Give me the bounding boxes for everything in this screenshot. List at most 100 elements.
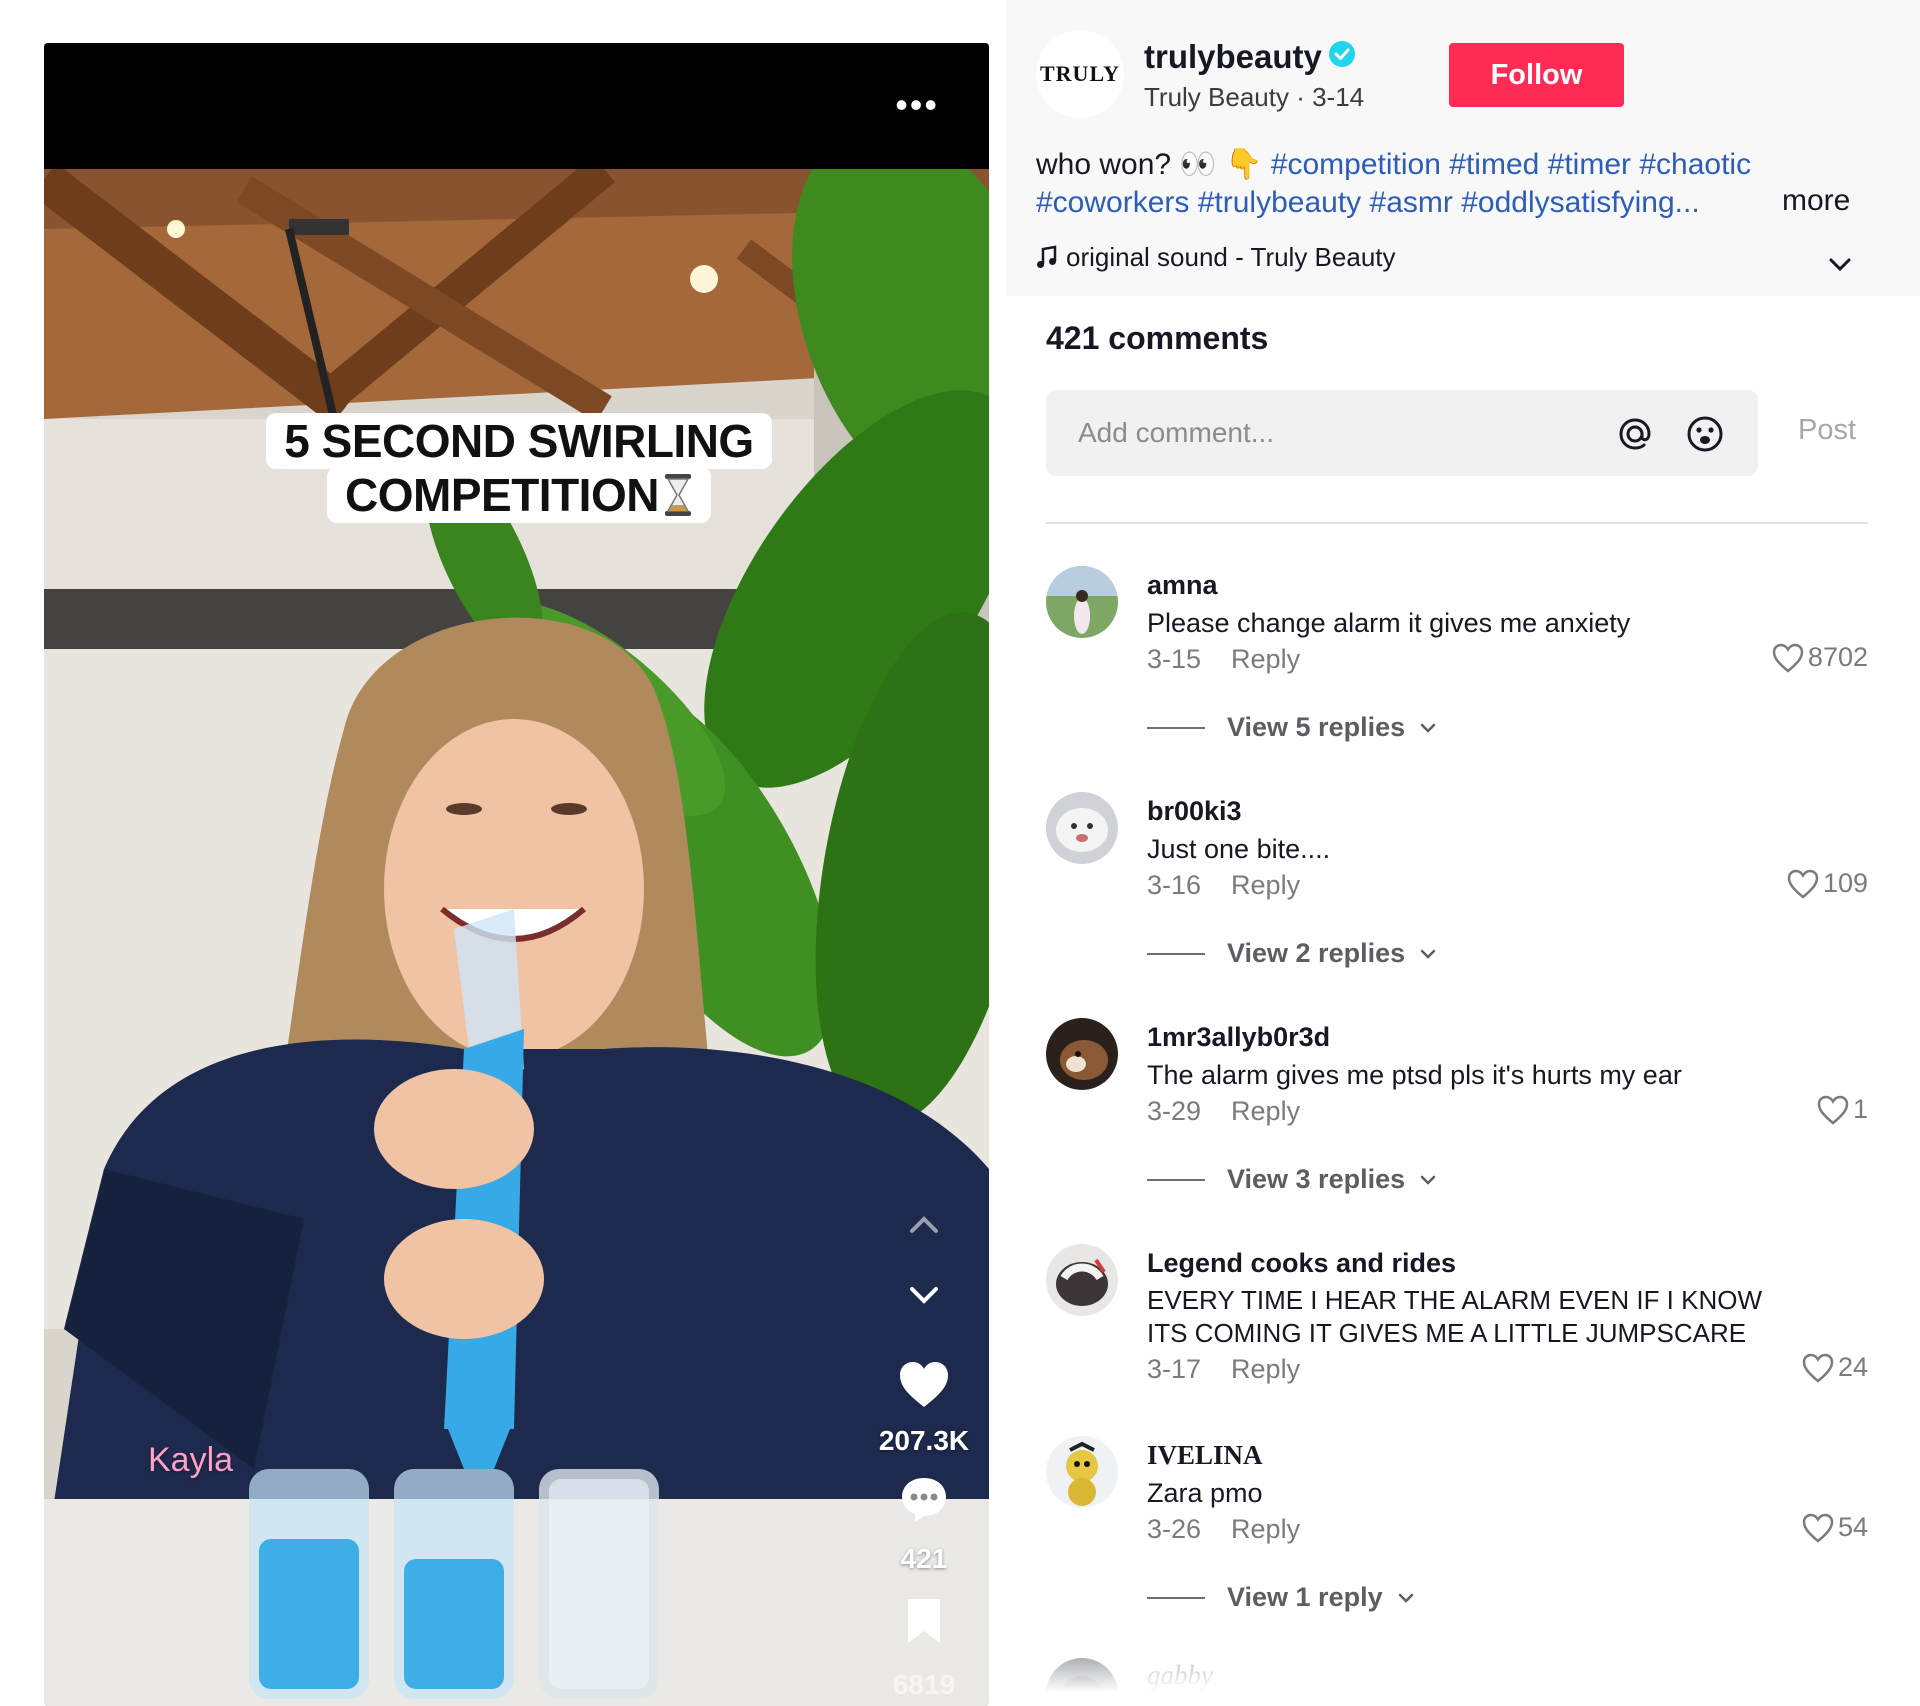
comment-text: Just one bite.... <box>1147 834 1331 864</box>
more-options-icon[interactable]: ••• <box>895 87 939 123</box>
comment-username[interactable]: IVELINA <box>1147 1440 1263 1471</box>
post-date: 3-14 <box>1312 82 1365 112</box>
next-video-button[interactable] <box>874 1283 974 1312</box>
comment-text: Zara pmo <box>1147 1478 1263 1508</box>
comment-like-count: 1 <box>1852 1094 1868 1124</box>
caption-line-1: 5 SECOND SWIRLING <box>266 413 772 469</box>
chevron-down-icon[interactable] <box>1826 250 1854 278</box>
comment-like-button[interactable]: 109 <box>1787 868 1868 899</box>
comment-text: Please change alarm it gives me anxiety <box>1147 608 1631 638</box>
comment-username[interactable]: amna <box>1147 570 1218 601</box>
hashtag-link[interactable]: #coworkers <box>1036 186 1189 219</box>
hashtag-link[interactable]: #oddlysatisfying... <box>1461 186 1699 219</box>
comment-meta: 3-29 Reply <box>1147 1096 1300 1127</box>
view-replies-button[interactable]: View 3 replies <box>1147 1164 1439 1195</box>
bottom-fade <box>1006 1636 1920 1706</box>
chevron-down-icon <box>910 1287 938 1304</box>
comment-like-count: 8702 <box>1807 642 1868 672</box>
comment-like-button[interactable]: 24 <box>1802 1352 1868 1383</box>
sound-row[interactable]: original sound - Truly Beauty <box>1036 242 1396 273</box>
comment-button[interactable] <box>874 1475 974 1530</box>
chevron-down-icon <box>1420 723 1436 733</box>
view-replies-button[interactable]: View 5 replies <box>1147 712 1439 743</box>
comment-username[interactable]: br00ki3 <box>1147 796 1242 827</box>
comment-count: 421 <box>900 1543 948 1574</box>
view-replies-label[interactable]: View 2 replies <box>1227 938 1405 969</box>
app-root: ••• 5 SECOND SWIRLING COMPETITION Kayla … <box>0 0 1920 1706</box>
comment-avatar[interactable] <box>1046 1018 1118 1090</box>
verified-icon <box>1328 41 1355 67</box>
caption-line-2: COMPETITION <box>327 467 711 523</box>
chevron-down-icon <box>1420 1175 1436 1185</box>
hashtag-link[interactable]: #chaotic <box>1639 148 1751 181</box>
comment-avatar[interactable] <box>1046 1244 1118 1316</box>
reply-button[interactable]: Reply <box>1231 644 1300 674</box>
view-replies-button[interactable]: View 2 replies <box>1147 938 1439 969</box>
chevron-down-icon <box>1398 1593 1413 1603</box>
comment-meta: 3-26 Reply <box>1147 1514 1300 1545</box>
save-count: 6819 <box>892 1669 956 1700</box>
sound-name[interactable]: original sound - Truly Beauty <box>1066 242 1396 272</box>
reply-button[interactable]: Reply <box>1231 870 1300 900</box>
reply-button[interactable]: Reply <box>1231 1354 1300 1384</box>
follow-button[interactable]: Follow <box>1449 43 1624 107</box>
heart-outline-icon <box>1772 643 1804 673</box>
comment-like-count: 24 <box>1837 1352 1868 1382</box>
comment-item: IVELINA Zara pmo 3-26 Reply 54 View 1 rep… <box>1046 1436 1868 1626</box>
author-username-row[interactable]: trulybeauty <box>1144 38 1356 76</box>
divider <box>1046 522 1868 524</box>
comment-avatar[interactable] <box>1046 792 1118 864</box>
hashtag-link[interactable]: #competition <box>1271 148 1441 181</box>
chevron-down-icon <box>1420 949 1436 959</box>
chevron-up-icon <box>910 1216 938 1233</box>
comment-avatar[interactable] <box>1046 566 1118 638</box>
comment-text: EVERY TIME I HEAR THE ALARM EVEN IF I KN… <box>1147 1285 1762 1348</box>
comment-like-button[interactable]: 54 <box>1802 1512 1868 1543</box>
view-replies-button[interactable]: View 1 reply <box>1147 1582 1417 1613</box>
comment-username[interactable]: Legend cooks and rides <box>1147 1248 1456 1279</box>
at-mention-icon[interactable] <box>1616 415 1654 453</box>
reply-button[interactable]: Reply <box>1231 1514 1300 1544</box>
post-description: who won? 👀 👇 #competition #timed #timer … <box>1036 146 1856 222</box>
hashtag-link[interactable]: #trulybeauty <box>1198 186 1361 219</box>
comment-like-count: 54 <box>1837 1512 1868 1542</box>
comment-date: 3-26 <box>1147 1514 1202 1544</box>
comment-item: 1mr3allyb0r3d The alarm gives me ptsd pl… <box>1046 1018 1868 1208</box>
heart-outline-icon <box>1787 869 1819 899</box>
view-replies-label[interactable]: View 1 reply <box>1227 1582 1383 1613</box>
author-username[interactable]: trulybeauty <box>1144 38 1322 75</box>
music-note-icon <box>1037 245 1057 268</box>
comment-meta: 3-15 Reply <box>1147 644 1300 675</box>
reply-button[interactable]: Reply <box>1231 1096 1300 1126</box>
view-replies-label[interactable]: View 5 replies <box>1227 712 1405 743</box>
comment-like-count: 109 <box>1822 868 1868 898</box>
like-button[interactable] <box>874 1361 974 1414</box>
heart-outline-icon <box>1817 1095 1849 1125</box>
video-caption-overlay: 5 SECOND SWIRLING COMPETITION <box>264 413 774 523</box>
hashtag-link[interactable]: #asmr <box>1370 186 1453 219</box>
author-display-name: Truly Beauty <box>1144 82 1289 112</box>
comment-item: Legend cooks and rides EVERY TIME I HEAR… <box>1046 1244 1868 1384</box>
description-more-link[interactable]: more <box>1782 184 1850 218</box>
comment-meta: 3-16 Reply <box>1147 870 1300 901</box>
comment-like-button[interactable]: 8702 <box>1772 642 1868 673</box>
post-comment-button[interactable]: Post <box>1798 414 1856 447</box>
comment-date: 3-17 <box>1147 1354 1202 1384</box>
hourglass-icon <box>664 474 691 516</box>
view-replies-label[interactable]: View 3 replies <box>1227 1164 1405 1195</box>
comment-like-button[interactable]: 1 <box>1817 1094 1868 1125</box>
author-avatar[interactable]: TRULY <box>1036 30 1124 118</box>
comments-count-title: 421 comments <box>1046 320 1269 356</box>
save-button[interactable] <box>874 1597 974 1650</box>
hashtag-link[interactable]: #timed <box>1449 148 1539 181</box>
emoji-icon[interactable] <box>1686 415 1724 453</box>
video-detail-panel: TRULY trulybeauty Truly Beauty · 3-14 Fo… <box>1006 0 1920 1706</box>
heart-icon <box>900 1362 948 1407</box>
hashtag-link[interactable]: #timer <box>1548 148 1631 181</box>
comment-text: The alarm gives me ptsd pls it's hurts m… <box>1147 1060 1682 1090</box>
comment-username[interactable]: 1mr3allyb0r3d <box>1147 1022 1330 1053</box>
comment-avatar[interactable] <box>1046 1436 1118 1508</box>
previous-video-button[interactable] <box>874 1213 974 1242</box>
heart-outline-icon <box>1802 1513 1834 1543</box>
video-player[interactable]: ••• 5 SECOND SWIRLING COMPETITION Kayla … <box>44 43 989 1706</box>
